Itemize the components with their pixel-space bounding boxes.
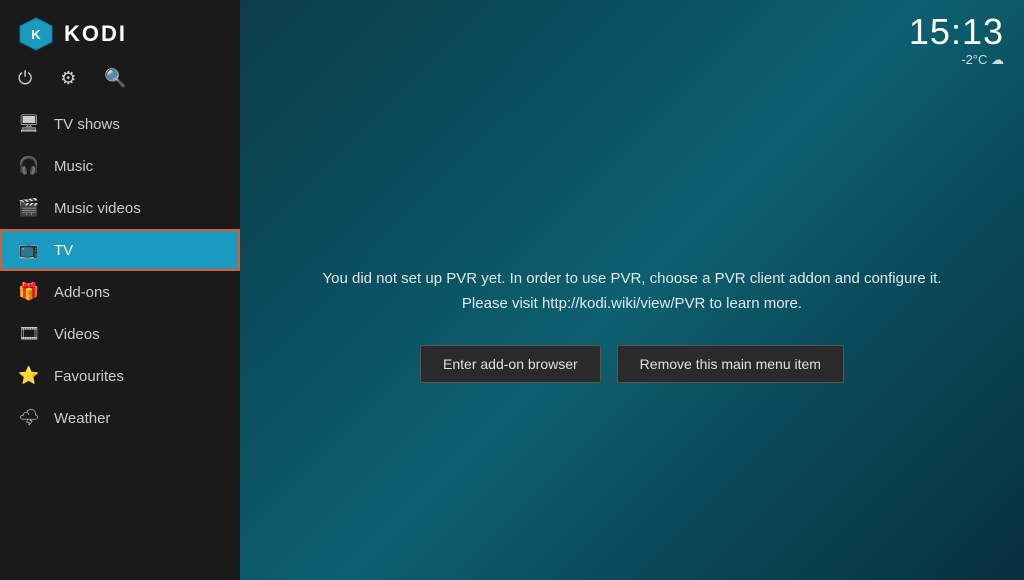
videos-icon: 🎞 (18, 324, 40, 344)
sidebar-item-music-videos[interactable]: 🎬 Music videos (0, 187, 240, 229)
music-videos-icon: 🎬 (18, 198, 40, 218)
clock-area: 15:13 -2°C ☁ (909, 14, 1004, 68)
sidebar-item-add-ons-label: Add-ons (54, 284, 110, 301)
weather-icon: 🌩 (18, 408, 40, 428)
svg-text:K: K (31, 27, 41, 42)
add-ons-icon: 🎁 (18, 282, 40, 302)
pvr-message-line1: You did not set up PVR yet. In order to … (323, 270, 942, 287)
power-icon[interactable]: ⏻ (18, 68, 32, 89)
app-logo-area: K KODI (0, 0, 240, 62)
clock-weather: -2°C ☁ (909, 52, 1004, 68)
sidebar-item-weather[interactable]: 🌩 Weather (0, 397, 240, 439)
app-name: KODI (64, 21, 127, 47)
sidebar-item-music-videos-label: Music videos (54, 200, 141, 217)
top-bar: 15:13 -2°C ☁ (240, 0, 1024, 68)
kodi-logo-icon: K (18, 16, 54, 52)
sidebar-item-music[interactable]: 🎧 Music (0, 145, 240, 187)
pvr-content: You did not set up PVR yet. In order to … (240, 68, 1024, 580)
action-buttons: Enter add-on browser Remove this main me… (420, 345, 844, 383)
main-content: 15:13 -2°C ☁ You did not set up PVR yet.… (240, 0, 1024, 580)
enter-addon-browser-button[interactable]: Enter add-on browser (420, 345, 601, 383)
sidebar-item-add-ons[interactable]: 🎁 Add-ons (0, 271, 240, 313)
tv-icon: 📺 (18, 240, 40, 260)
main-nav: 🖥 TV shows 🎧 Music 🎬 Music videos 📺 TV 🎁… (0, 103, 240, 580)
sidebar-item-weather-label: Weather (54, 410, 110, 427)
sidebar: K KODI ⏻ ⚙ 🔍 🖥 TV shows 🎧 Music 🎬 Music … (0, 0, 240, 580)
sidebar-item-favourites[interactable]: ⭐ Favourites (0, 355, 240, 397)
sidebar-item-tv-shows-label: TV shows (54, 116, 120, 133)
sidebar-item-tv[interactable]: 📺 TV (0, 229, 240, 271)
favourites-icon: ⭐ (18, 366, 40, 386)
sidebar-item-music-label: Music (54, 158, 93, 175)
tv-shows-icon: 🖥 (18, 114, 40, 134)
sidebar-item-videos[interactable]: 🎞 Videos (0, 313, 240, 355)
clock-time: 15:13 (909, 14, 1004, 50)
pvr-message-line2: Please visit http://kodi.wiki/view/PVR t… (462, 295, 802, 312)
pvr-message: You did not set up PVR yet. In order to … (323, 266, 942, 317)
sidebar-item-favourites-label: Favourites (54, 368, 124, 385)
settings-icon[interactable]: ⚙ (60, 68, 76, 89)
sidebar-item-videos-label: Videos (54, 326, 100, 343)
remove-menu-item-button[interactable]: Remove this main menu item (617, 345, 844, 383)
sidebar-item-tv-shows[interactable]: 🖥 TV shows (0, 103, 240, 145)
toolbar: ⏻ ⚙ 🔍 (0, 62, 240, 103)
search-icon[interactable]: 🔍 (104, 68, 126, 89)
sidebar-item-tv-label: TV (54, 242, 73, 259)
music-icon: 🎧 (18, 156, 40, 176)
